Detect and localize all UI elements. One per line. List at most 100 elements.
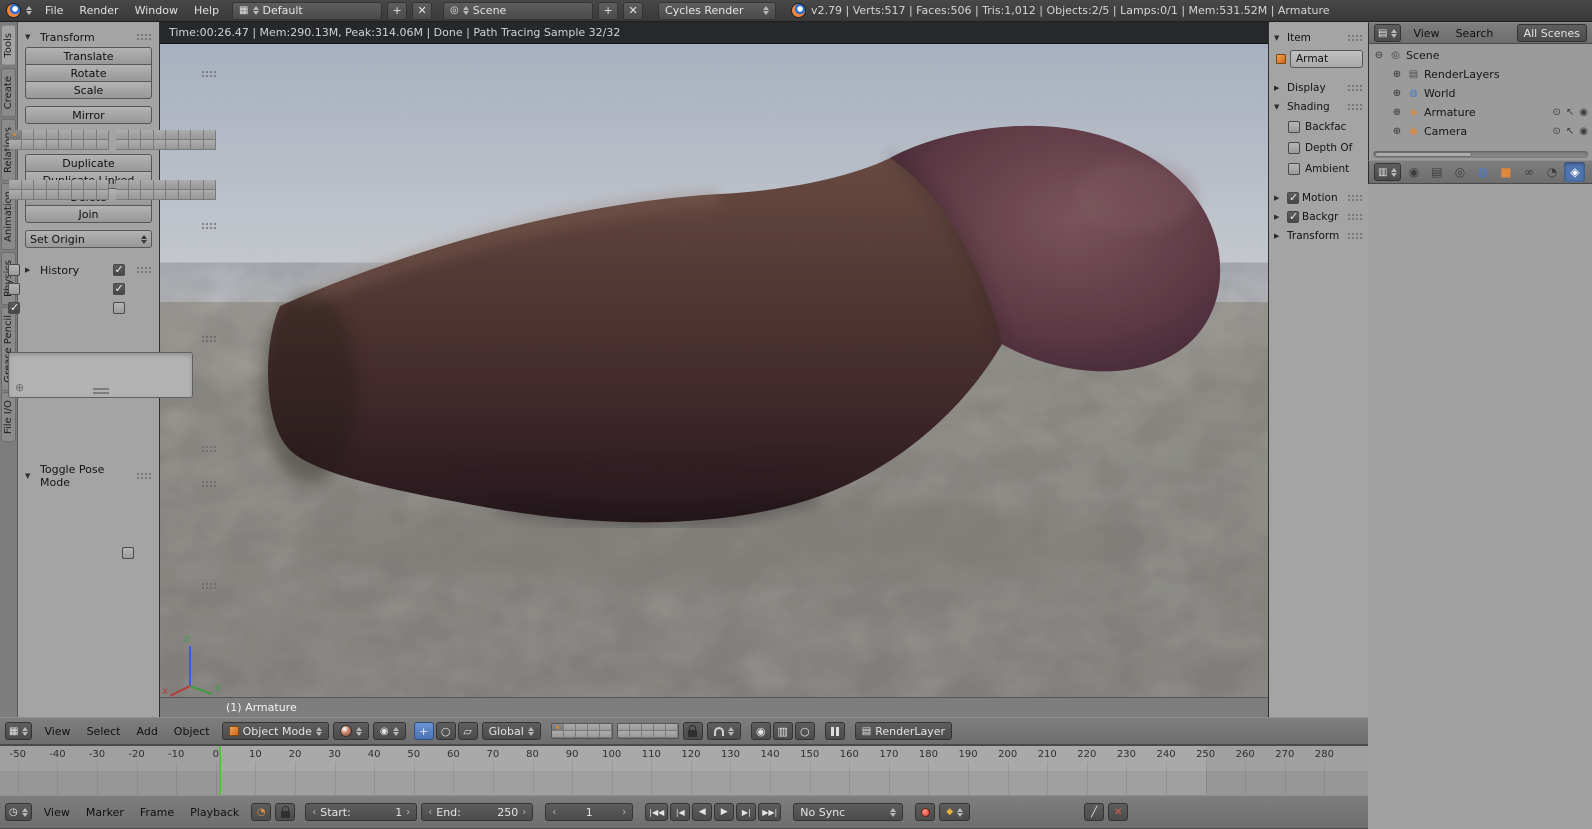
transform-tool-button[interactable]: Translate: [25, 47, 152, 65]
active-object-name-field[interactable]: Armat: [1290, 50, 1363, 68]
expand-icon[interactable]: ⊕: [1391, 88, 1403, 99]
outliner-filter-selector[interactable]: All Scenes: [1517, 24, 1587, 42]
expand-icon[interactable]: ⊕: [1391, 69, 1403, 80]
scrollbar-thumb[interactable]: [1375, 152, 1472, 157]
keying-set-selector[interactable]: ◆: [939, 803, 970, 821]
expand-icon[interactable]: ⊕: [1391, 107, 1403, 118]
next-keyframe-button[interactable]: ▶|: [736, 803, 756, 821]
manipulator-translate-button[interactable]: +: [414, 722, 434, 740]
panel-grip-icon[interactable]: [201, 445, 217, 453]
opengl-render-image-button[interactable]: ◉: [751, 722, 771, 740]
timeline-tick[interactable]: 280: [1305, 746, 1345, 795]
renderable-icon[interactable]: ◉: [1579, 126, 1588, 137]
toolshelf-tab[interactable]: Create: [1, 68, 16, 117]
timeline-tick[interactable]: 240: [1146, 746, 1186, 795]
close-scene-button[interactable]: ✕: [623, 2, 643, 20]
end-frame-field[interactable]: ‹ End: 250 ›: [421, 803, 533, 821]
viewport-3d[interactable]: Time:00:26.47 | Mem:290.13M, Peak:314.06…: [160, 22, 1268, 717]
mode-selector[interactable]: Object Mode: [222, 722, 329, 740]
panel-grip-icon[interactable]: [201, 70, 217, 78]
editor-type-chevrons-icon[interactable]: [26, 6, 32, 15]
timeline-tick[interactable]: 30: [315, 746, 355, 795]
layers-widget-right[interactable]: [617, 723, 679, 739]
outliner-editor-selector[interactable]: ▤: [1374, 24, 1401, 42]
topbar-menu[interactable]: Help: [186, 3, 227, 18]
blender-logo-icon[interactable]: [6, 3, 21, 18]
prev-keyframe-button[interactable]: |◀: [670, 803, 690, 821]
toolshelf-tab[interactable]: Physics: [1, 252, 16, 305]
timeline-tick[interactable]: 200: [988, 746, 1028, 795]
timeline-tick[interactable]: 10: [236, 746, 276, 795]
delete-keyframe-button[interactable]: ✕: [1108, 803, 1128, 821]
layers-widget-left[interactable]: [551, 723, 613, 739]
current-frame-playhead[interactable]: [219, 746, 221, 795]
play-reverse-button[interactable]: ◀: [692, 803, 712, 821]
view3d-menu[interactable]: View: [36, 724, 78, 739]
timeline-tick[interactable]: 140: [750, 746, 790, 795]
selectable-icon[interactable]: ↖: [1566, 126, 1574, 137]
panel-grip-icon[interactable]: [1347, 103, 1363, 111]
outliner-hscrollbar[interactable]: [1373, 151, 1588, 158]
topbar-menu[interactable]: Render: [71, 3, 126, 18]
panel-grip-icon[interactable]: [136, 266, 152, 274]
timeline-menu[interactable]: Marker: [78, 805, 132, 820]
add-layout-button[interactable]: +: [387, 2, 407, 20]
sync-mode-selector[interactable]: No Sync: [793, 803, 903, 821]
bone-groups-list[interactable]: ⊕: [8, 352, 193, 398]
tab-render-layers[interactable]: ▤: [1426, 162, 1447, 182]
timeline-tick[interactable]: 190: [948, 746, 988, 795]
render-pause-button[interactable]: [825, 722, 845, 740]
tab-world[interactable]: ◍: [1472, 162, 1493, 182]
timeline-tick[interactable]: 120: [671, 746, 711, 795]
timeline-tick[interactable]: -20: [117, 746, 157, 795]
timeline-tick[interactable]: 90: [552, 746, 592, 795]
timeline-tick[interactable]: 150: [790, 746, 830, 795]
jump-to-end-button[interactable]: ▶▶|: [758, 803, 781, 821]
viewport-shading-selector[interactable]: [333, 722, 369, 740]
jump-to-start-button[interactable]: |◀◀: [645, 803, 668, 821]
renderable-icon[interactable]: ◉: [1579, 107, 1588, 118]
snap-selector[interactable]: [707, 722, 741, 740]
panel-grip-icon[interactable]: [136, 472, 152, 480]
render-options-button[interactable]: ○: [795, 722, 815, 740]
lock-to-scene-button[interactable]: [683, 722, 703, 740]
armature-layers-right[interactable]: [115, 129, 217, 151]
panel-header-shading[interactable]: Shading: [1274, 97, 1363, 116]
timeline-tick[interactable]: 170: [869, 746, 909, 795]
checkbox-icon[interactable]: [8, 283, 20, 295]
screen-layout-selector[interactable]: ▦ Default: [232, 2, 382, 20]
tab-render[interactable]: ◉: [1403, 162, 1424, 182]
collapse-icon[interactable]: ⊖: [1373, 50, 1385, 61]
panel-header-transform-orientations[interactable]: Transform: [1274, 226, 1363, 245]
timeline-tick[interactable]: 160: [829, 746, 869, 795]
rendered-view[interactable]: z x y: [160, 44, 1268, 697]
panel-grip-icon[interactable]: [201, 480, 217, 488]
topbar-menu[interactable]: Window: [127, 3, 186, 18]
timeline-editor-selector[interactable]: ◷: [5, 803, 32, 821]
timeline-tick[interactable]: 60: [434, 746, 474, 795]
shading-checkbox-row[interactable]: Backfac: [1274, 116, 1363, 137]
outliner-row-renderlayers[interactable]: ⊕ ▤ RenderLayers: [1369, 65, 1592, 84]
outliner-row-camera[interactable]: ⊕ ◉ Camera ⊙ ↖ ◉: [1369, 122, 1592, 141]
background-checkbox-icon[interactable]: [1287, 211, 1299, 223]
auto-keyframe-button[interactable]: [915, 803, 935, 821]
timeline-tick[interactable]: -30: [77, 746, 117, 795]
checkbox-icon[interactable]: [1288, 163, 1300, 175]
timeline-tick[interactable]: 80: [513, 746, 553, 795]
checkbox-icon[interactable]: [8, 264, 20, 276]
panel-header-toggle-pose-mode[interactable]: Toggle Pose Mode: [25, 466, 152, 486]
properties-editor-selector[interactable]: ▥: [1374, 163, 1401, 181]
outliner-row-armature[interactable]: ⊕ ◈ Armature ⊙ ↖ ◉: [1369, 103, 1592, 122]
timeline-tick[interactable]: 100: [592, 746, 632, 795]
tab-physics[interactable]: ◔: [1541, 162, 1562, 182]
checkbox-icon[interactable]: [113, 283, 125, 295]
timeline-tick[interactable]: 40: [354, 746, 394, 795]
timeline-tick[interactable]: 260: [1225, 746, 1265, 795]
preview-range-button[interactable]: ◔: [251, 803, 271, 821]
outliner-row-scene[interactable]: ⊖ ◎ Scene: [1369, 46, 1592, 65]
panel-grip-icon[interactable]: [1347, 194, 1363, 202]
edit-tool-button[interactable]: Duplicate: [25, 154, 152, 172]
pivot-point-selector[interactable]: ◉: [373, 722, 406, 740]
shading-checkbox-row[interactable]: Ambient: [1274, 158, 1363, 179]
timeline-tick[interactable]: -50: [0, 746, 38, 795]
